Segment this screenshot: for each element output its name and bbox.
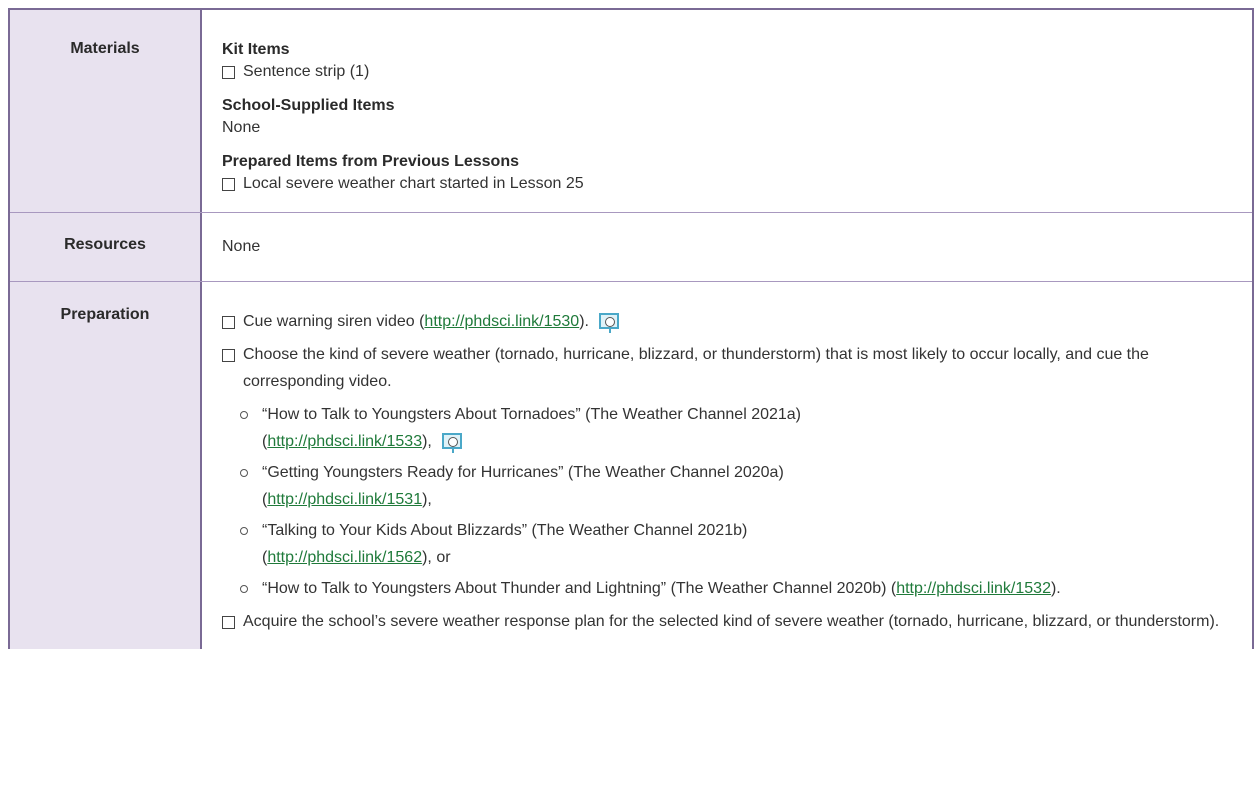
bullet-icon	[240, 585, 248, 593]
resources-label: Resources	[10, 213, 202, 281]
checkbox-icon[interactable]	[222, 66, 235, 79]
resources-row: Resources None	[10, 213, 1252, 282]
tornado-video-link[interactable]: http://phdsci.link/1533	[267, 433, 422, 450]
school-supplied-heading: School-Supplied Items	[222, 97, 395, 114]
text-fragment: ),	[422, 491, 432, 508]
text-fragment: ).	[1050, 580, 1061, 597]
video-option-text: “Talking to Your Kids About Blizzards” (…	[262, 517, 747, 571]
prepared-item-text: Local severe weather chart started in Le…	[243, 175, 584, 192]
resources-text: None	[222, 238, 261, 255]
resources-content: None	[202, 213, 1252, 281]
video-title: “Talking to Your Kids About Blizzards” (…	[262, 522, 748, 539]
text-fragment: Cue warning siren video (	[243, 313, 425, 330]
text-fragment: ),	[422, 433, 432, 450]
video-option-text: “Getting Youngsters Ready for Hurricanes…	[262, 459, 784, 513]
prep-item-response-plan[interactable]: Acquire the school’s severe weather resp…	[222, 608, 1240, 635]
materials-row: Materials Kit Items Sentence strip (1) S…	[10, 10, 1252, 213]
checkbox-icon[interactable]	[222, 178, 235, 191]
text-fragment: ), or	[422, 549, 451, 566]
prep-item-siren[interactable]: Cue warning siren video (http://phdsci.l…	[222, 308, 1240, 335]
checkbox-icon[interactable]	[222, 316, 235, 329]
preparation-label: Preparation	[10, 282, 202, 649]
kit-item[interactable]: Sentence strip (1)	[222, 61, 1240, 83]
video-option-blizzards: “Talking to Your Kids About Blizzards” (…	[222, 517, 1240, 571]
checkbox-icon[interactable]	[222, 616, 235, 629]
text-fragment: ).	[579, 313, 589, 330]
bullet-icon	[240, 469, 248, 477]
preparation-row: Preparation Cue warning siren video (htt…	[10, 282, 1252, 649]
video-title: “How to Talk to Youngsters About Tornado…	[262, 406, 802, 423]
prep-item-siren-text: Cue warning siren video (http://phdsci.l…	[243, 308, 620, 335]
bullet-icon	[240, 527, 248, 535]
video-option-hurricanes: “Getting Youngsters Ready for Hurricanes…	[222, 459, 1240, 513]
school-supplied-group: School-Supplied Items None	[222, 95, 1240, 139]
prepared-items-heading: Prepared Items from Previous Lessons	[222, 153, 519, 170]
school-supplied-text: None	[222, 119, 261, 136]
kit-items-group: Kit Items Sentence strip (1)	[222, 39, 1240, 83]
prepared-item[interactable]: Local severe weather chart started in Le…	[222, 173, 1240, 195]
prep-item-response-text: Acquire the school’s severe weather resp…	[243, 613, 1220, 630]
prep-item-choose-weather[interactable]: Choose the kind of severe weather (torna…	[222, 341, 1240, 395]
siren-video-link[interactable]: http://phdsci.link/1530	[424, 313, 579, 330]
video-options-list: “How to Talk to Youngsters About Tornado…	[222, 401, 1240, 602]
prepared-items-group: Prepared Items from Previous Lessons Loc…	[222, 151, 1240, 195]
video-option-thunder: “How to Talk to Youngsters About Thunder…	[222, 575, 1240, 602]
prep-item-choose-text: Choose the kind of severe weather (torna…	[243, 346, 1149, 390]
video-option-text: “How to Talk to Youngsters About Tornado…	[262, 401, 801, 455]
presentation-icon[interactable]	[599, 313, 620, 333]
kit-items-heading: Kit Items	[222, 41, 290, 58]
lesson-materials-table: Materials Kit Items Sentence strip (1) S…	[8, 8, 1254, 649]
presentation-icon[interactable]	[442, 433, 463, 453]
video-title: “Getting Youngsters Ready for Hurricanes…	[262, 464, 784, 481]
video-title: “How to Talk to Youngsters About Thunder…	[262, 580, 887, 597]
bullet-icon	[240, 411, 248, 419]
preparation-content: Cue warning siren video (http://phdsci.l…	[202, 282, 1252, 649]
checkbox-icon[interactable]	[222, 349, 235, 362]
kit-item-text: Sentence strip (1)	[243, 63, 370, 80]
hurricane-video-link[interactable]: http://phdsci.link/1531	[267, 491, 422, 508]
materials-label: Materials	[10, 10, 202, 212]
thunder-video-link[interactable]: http://phdsci.link/1532	[896, 580, 1051, 597]
video-option-tornadoes: “How to Talk to Youngsters About Tornado…	[222, 401, 1240, 455]
materials-content: Kit Items Sentence strip (1) School-Supp…	[202, 10, 1252, 212]
video-option-text: “How to Talk to Youngsters About Thunder…	[262, 575, 1061, 602]
blizzard-video-link[interactable]: http://phdsci.link/1562	[267, 549, 422, 566]
